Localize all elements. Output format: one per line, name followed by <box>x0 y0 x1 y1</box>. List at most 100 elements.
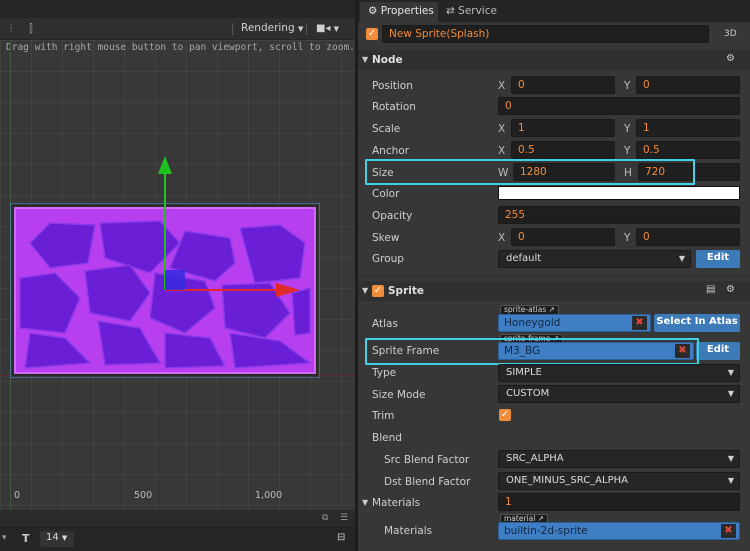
position-label: Position <box>372 80 413 92</box>
service-icon: ⇄ <box>446 5 455 17</box>
group-label: Group <box>372 253 404 265</box>
viewport-hint: Drag with right mouse button to pan view… <box>6 42 355 53</box>
scale-y-field[interactable]: 1 <box>636 119 740 137</box>
node-section-title: Node <box>372 54 403 66</box>
node-section-header[interactable]: ▼ Node ⚙ <box>358 50 750 70</box>
scale-x-field[interactable]: 1 <box>511 119 615 137</box>
opacity-field[interactable]: 255 <box>498 206 740 224</box>
type-value: SIMPLE <box>506 367 542 378</box>
axis-x-label: X <box>498 80 506 92</box>
gear-icon[interactable]: ⚙ <box>726 284 735 295</box>
font-size-icon: T <box>22 532 30 545</box>
blend-label: Blend <box>372 432 402 444</box>
select-in-atlas-button[interactable]: Select In Atlas <box>654 314 740 332</box>
collapse-arrow-icon: ▼ <box>362 55 369 64</box>
dst-blend-label: Dst Blend Factor <box>384 476 471 488</box>
skew-x-field[interactable]: 0 <box>511 228 615 246</box>
position-y-field[interactable]: 0 <box>636 76 740 94</box>
collapse-arrow-icon: ▼ <box>362 286 369 295</box>
sprite-section-title: Sprite <box>388 285 424 297</box>
menu-icon[interactable]: ☰ <box>340 513 348 523</box>
console-panel: ⧉ ☰ ▾ T 14 ▼ ⊟ <box>0 510 355 551</box>
group-value: default <box>506 253 542 264</box>
size-mode-label: Size Mode <box>372 389 426 401</box>
rotation-label: Rotation <box>372 101 416 113</box>
position-x-field[interactable]: 0 <box>511 76 615 94</box>
x-axis-arrow[interactable] <box>160 265 310 297</box>
chevron-down-icon: ▼ <box>727 476 734 485</box>
render-mode-dropdown[interactable]: Rendering ▼ <box>241 22 303 34</box>
node-active-checkbox[interactable]: ✓ <box>366 28 378 40</box>
axis-x-label: X <box>498 123 506 135</box>
clear-icon[interactable]: ✖ <box>721 524 736 538</box>
sprite-frame-edit-button[interactable]: Edit <box>696 342 740 360</box>
chevron-down-icon: ▼ <box>297 25 304 33</box>
materials-count-field[interactable]: 1 <box>498 493 740 511</box>
distribute-icon[interactable]: ⫿ <box>24 22 38 36</box>
dst-blend-dropdown[interactable]: ONE_MINUS_SRC_ALPHA ▼ <box>498 472 740 490</box>
chevron-down-icon: ▼ <box>333 25 340 33</box>
size-highlight <box>365 159 695 185</box>
anchor-label: Anchor <box>372 145 410 157</box>
color-swatch[interactable] <box>498 186 740 200</box>
trim-checkbox[interactable]: ✓ <box>499 409 511 421</box>
gear-icon[interactable]: ⚙ <box>726 53 735 64</box>
type-label: Type <box>372 367 397 379</box>
atlas-label: Atlas <box>372 318 398 330</box>
skew-y-field[interactable]: 0 <box>636 228 740 246</box>
sprite-atlas-tag-label: sprite-atlas <box>504 305 547 314</box>
axis-x-label: X <box>498 145 506 157</box>
font-size-dropdown[interactable]: 14 ▼ <box>40 531 74 547</box>
anchor-y-field[interactable]: 0.5 <box>636 141 740 159</box>
tab-service[interactable]: ⇄ Service <box>438 2 508 22</box>
3d-badge[interactable]: 3D <box>724 29 737 39</box>
camera-icon: ■◂ <box>316 23 331 34</box>
camera-dropdown[interactable]: ■◂ ▼ <box>316 23 339 34</box>
tab-properties[interactable]: ⚙ Properties <box>360 2 438 22</box>
popout-icon[interactable]: ⧉ <box>322 513 328 523</box>
type-dropdown[interactable]: SIMPLE ▼ <box>498 364 740 382</box>
sprite-enabled-checkbox[interactable]: ✓ <box>372 285 384 297</box>
atlas-asset-field[interactable]: Honeygold ✖ <box>498 314 651 332</box>
anchor-x-field[interactable]: 0.5 <box>511 141 615 159</box>
atlas-value: Honeygold <box>504 317 561 329</box>
section-divider <box>358 276 750 277</box>
materials-label: Materials <box>384 525 433 537</box>
render-mode-label: Rendering <box>241 22 295 34</box>
gear-icon: ⚙ <box>368 5 378 17</box>
panel-tabs: ⚙ Properties ⇄ Service <box>358 0 750 22</box>
scene-viewport[interactable]: Drag with right mouse button to pan view… <box>0 40 355 510</box>
src-blend-dropdown[interactable]: SRC_ALPHA ▼ <box>498 450 740 468</box>
node-name-field[interactable]: New Sprite(Splash) <box>382 25 709 43</box>
scene-toolbar: ⫶ ⫿ Rendering ▼ ■◂ ▼ <box>0 18 355 40</box>
sprite-section-header[interactable]: ▼ ✓ Sprite ▤ ⚙ <box>358 281 750 301</box>
properties-panel: ⚙ Properties ⇄ Service ✓ New Sprite(Spla… <box>358 0 750 551</box>
collapse-icon[interactable]: ⊟ <box>337 532 345 543</box>
src-blend-label: Src Blend Factor <box>384 454 470 466</box>
book-icon[interactable]: ▤ <box>706 284 715 295</box>
chevron-down-icon[interactable]: ▾ <box>2 533 7 543</box>
align-icon[interactable]: ⫶ <box>4 22 18 36</box>
skew-label: Skew <box>372 232 400 244</box>
size-mode-value: CUSTOM <box>506 388 550 399</box>
src-blend-value: SRC_ALPHA <box>506 453 564 464</box>
sprite-frame-highlight <box>365 338 699 365</box>
axis-label: 0 <box>14 490 21 501</box>
chevron-down-icon: ▼ <box>678 254 685 263</box>
scene-header <box>0 0 355 18</box>
dst-blend-value: ONE_MINUS_SRC_ALPHA <box>506 475 628 486</box>
materials-count-label: Materials <box>372 497 421 509</box>
material-asset-field[interactable]: builtin-2d-sprite ✖ <box>498 522 740 540</box>
group-edit-button[interactable]: Edit <box>696 250 740 268</box>
rotation-field[interactable]: 0 <box>498 97 740 115</box>
clear-icon[interactable]: ✖ <box>632 316 647 330</box>
group-dropdown[interactable]: default ▼ <box>498 250 691 268</box>
tab-properties-label: Properties <box>380 5 434 17</box>
scene-panel: ⫶ ⫿ Rendering ▼ ■◂ ▼ Drag with right mou… <box>0 0 355 551</box>
axis-y-label: Y <box>624 232 631 244</box>
size-mode-dropdown[interactable]: CUSTOM ▼ <box>498 385 740 403</box>
collapse-arrow-icon[interactable]: ▼ <box>362 498 368 507</box>
color-label: Color <box>372 188 400 200</box>
scale-label: Scale <box>372 123 401 135</box>
chevron-down-icon: ▼ <box>727 454 734 463</box>
